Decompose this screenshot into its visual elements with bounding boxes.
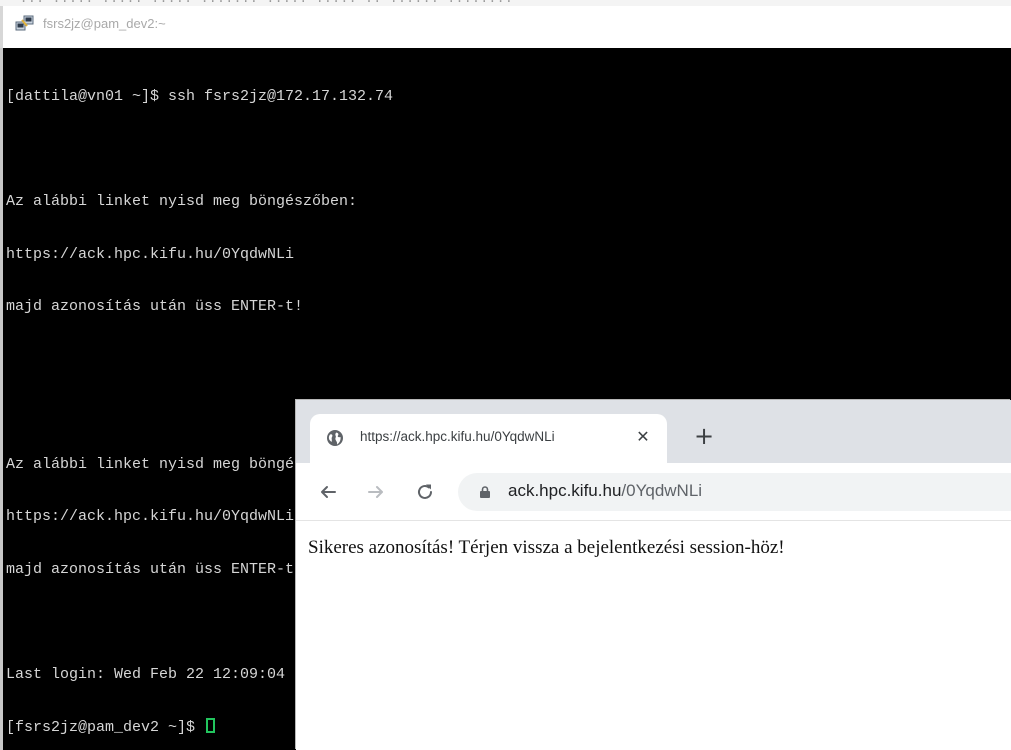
- screenshot-root: ... ..... ..... ..... ....... ..... ....…: [0, 0, 1011, 750]
- browser-window: https://ack.hpc.kifu.hu/0YqdwNLi ✕ + ack…: [296, 400, 1011, 750]
- terminal-titlebar[interactable]: fsrs2jz@pam_dev2:~: [0, 6, 1011, 48]
- terminal-cursor[interactable]: [206, 718, 216, 733]
- globe-icon: [327, 430, 343, 446]
- terminal-line: majd azonosítás után üss ENTER-t!: [6, 298, 304, 315]
- terminal-line: [dattila@vn01 ~]$ ssh fsrs2jz@172.17.132…: [6, 88, 394, 105]
- url-host: ack.hpc.kifu.hu: [508, 481, 622, 500]
- background-window-text: ... ..... ..... ..... ....... ..... ....…: [20, 0, 513, 5]
- terminal-prompt: [fsrs2jz@pam_dev2 ~]$: [6, 719, 205, 736]
- forward-arrow-icon[interactable]: [364, 480, 388, 504]
- tab-title: https://ack.hpc.kifu.hu/0YqdwNLi: [360, 429, 555, 444]
- terminal-line: https://ack.hpc.kifu.hu/0YqdwNLi: [6, 245, 295, 263]
- putty-icon: [15, 15, 34, 31]
- url-path: /0YqdwNLi: [621, 481, 703, 500]
- url-text: ack.hpc.kifu.hu/0YqdwNLi: [508, 481, 702, 501]
- tab-close-icon[interactable]: ✕: [633, 427, 653, 447]
- terminal-title: fsrs2jz@pam_dev2:~: [43, 16, 166, 31]
- lock-icon[interactable]: [480, 486, 490, 498]
- browser-tab-active[interactable]: https://ack.hpc.kifu.hu/0YqdwNLi ✕: [310, 414, 667, 463]
- back-arrow-icon[interactable]: [316, 480, 340, 504]
- success-message: Sikeres azonosítás! Térjen vissza a beje…: [308, 537, 785, 558]
- new-tab-plus-icon[interactable]: +: [693, 424, 715, 448]
- browser-tabstrip: https://ack.hpc.kifu.hu/0YqdwNLi ✕ +: [296, 400, 1011, 463]
- browser-toolbar: ack.hpc.kifu.hu/0YqdwNLi: [296, 463, 1011, 521]
- browser-page-content: Sikeres azonosítás! Térjen vissza a beje…: [296, 521, 1011, 750]
- reload-icon[interactable]: [413, 480, 437, 504]
- terminal-line: Az alábbi linket nyisd meg böngészőben:: [6, 193, 358, 210]
- address-bar[interactable]: ack.hpc.kifu.hu/0YqdwNLi: [458, 473, 1011, 511]
